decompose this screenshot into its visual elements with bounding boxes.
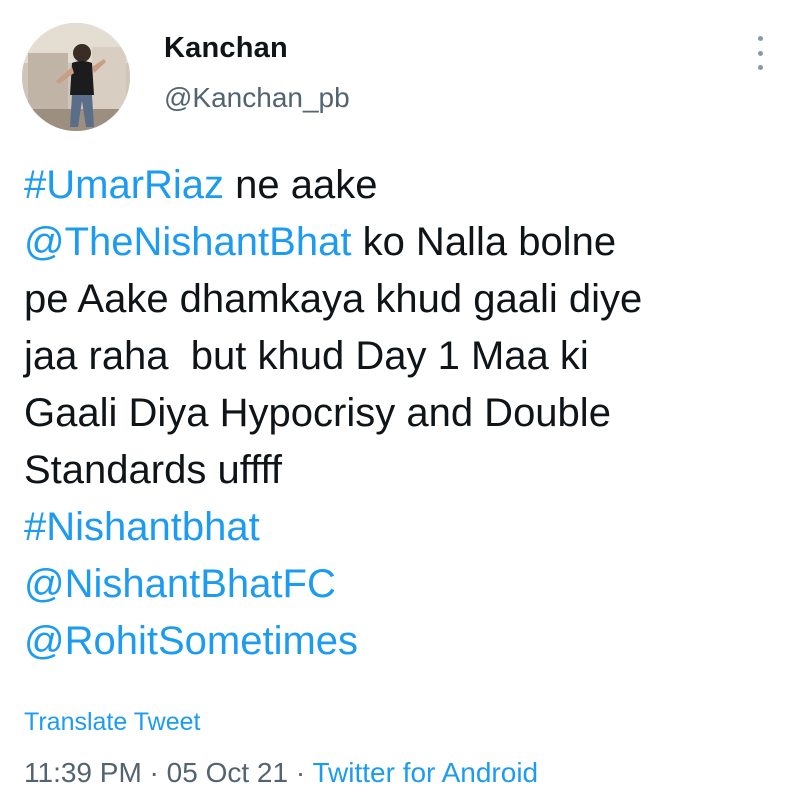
tweet-text: #UmarRiaz ne aake @TheNishantBhat ko Nall… bbox=[24, 157, 784, 670]
tweet-text-segment: jaa raha but khud Day 1 Maa ki bbox=[24, 334, 589, 378]
tweet-text-segment: Standards uffff bbox=[24, 448, 282, 492]
more-vertical-icon bbox=[757, 36, 763, 41]
more-options-button[interactable] bbox=[748, 36, 772, 70]
tweet-time[interactable]: 11:39 PM bbox=[24, 757, 142, 788]
mention-link[interactable]: @RohitSometimes bbox=[24, 619, 358, 663]
tweet-text-segment: ne aake bbox=[224, 163, 378, 207]
tweet-source-link[interactable]: Twitter for Android bbox=[312, 757, 538, 788]
tweet-line: jaa raha but khud Day 1 Maa ki bbox=[24, 328, 784, 385]
tweet-line: @NishantBhatFC bbox=[24, 556, 784, 613]
mention-link[interactable]: @NishantBhatFC bbox=[24, 562, 336, 606]
translate-tweet-link[interactable]: Translate Tweet bbox=[24, 708, 200, 737]
tweet-line: #Nishantbhat bbox=[24, 499, 784, 556]
tweet-line: Standards uffff bbox=[24, 442, 784, 499]
tweet-line: pe Aake dhamkaya khud gaali diye bbox=[24, 271, 784, 328]
tweet-line: @RohitSometimes bbox=[24, 613, 784, 670]
author-handle[interactable]: @Kanchan_pb bbox=[164, 82, 350, 114]
meta-separator: · bbox=[288, 757, 313, 788]
more-vertical-icon-dot bbox=[757, 50, 763, 56]
tweet-line: @TheNishantBhat ko Nalla bolne bbox=[24, 214, 784, 271]
tweet-line: Gaali Diya Hypocrisy and Double bbox=[24, 385, 784, 442]
author-display-name[interactable]: Kanchan bbox=[164, 32, 288, 65]
avatar[interactable] bbox=[22, 23, 130, 131]
tweet-text-segment: Gaali Diya Hypocrisy and Double bbox=[24, 391, 611, 435]
hashtag-link[interactable]: #Nishantbhat bbox=[24, 505, 260, 549]
more-vertical-icon-dot bbox=[757, 65, 763, 70]
avatar-photo bbox=[22, 23, 130, 131]
tweet-text-segment: pe Aake dhamkaya khud gaali diye bbox=[24, 277, 643, 321]
mention-link[interactable]: @TheNishantBhat bbox=[24, 220, 351, 264]
tweet-line: #UmarRiaz ne aake bbox=[24, 157, 784, 214]
tweet-card: Kanchan @Kanchan_pb #UmarRiaz ne aake @Th… bbox=[0, 0, 800, 812]
hashtag-link[interactable]: #UmarRiaz bbox=[24, 163, 224, 207]
tweet-text-segment: ko Nalla bolne bbox=[351, 220, 617, 264]
meta-separator: · bbox=[141, 757, 167, 788]
tweet-date[interactable]: 05 Oct 21 bbox=[167, 757, 288, 788]
tweet-meta: 11:39 PM · 05 Oct 21 · Twitter for Andro… bbox=[24, 757, 538, 789]
